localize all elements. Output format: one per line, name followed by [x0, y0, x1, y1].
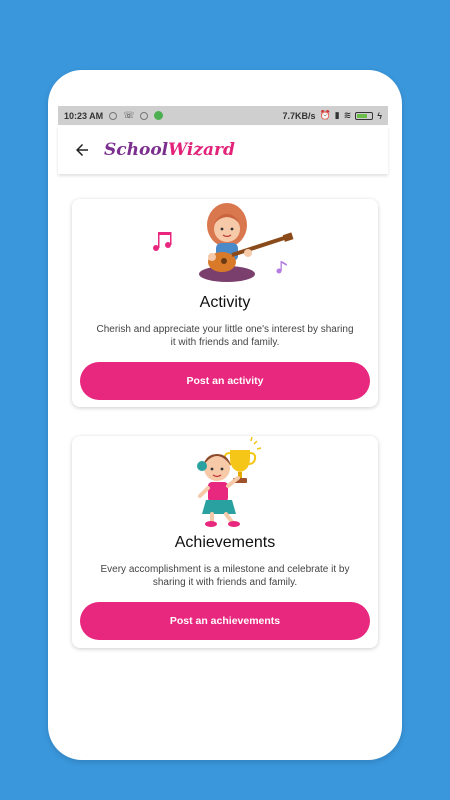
back-arrow-icon[interactable] — [72, 140, 92, 160]
activity-description: Cherish and appreciate your little one's… — [96, 324, 354, 348]
music-note-icon — [153, 232, 172, 251]
trophy-icon — [223, 436, 262, 483]
battery-icon — [355, 111, 374, 120]
girl-trophy-illustration — [197, 436, 262, 527]
phone-icon: ☏ — [123, 110, 135, 120]
signal-icon: ▮ — [334, 110, 340, 120]
status-time: 10:23 AM — [64, 110, 104, 121]
activity-title: Activity — [199, 294, 251, 311]
wifi-icon: ≋ — [343, 110, 352, 120]
status-bar: 10:23 AM ☏ 7.7KB/s ⏰ ▮ ≋ ϟ — [58, 106, 388, 125]
brand-part2: Wizard — [168, 140, 235, 160]
notification-icon-2 — [140, 111, 149, 120]
app-bar: SchoolWizard — [58, 126, 388, 174]
post-achievements-button[interactable]: Post an achievements — [80, 602, 370, 640]
post-activity-button[interactable]: Post an activity — [80, 362, 370, 400]
music-note-icon-2 — [276, 261, 287, 274]
notification-icon — [109, 111, 118, 120]
achievements-description: Every accomplishment is a milestone and … — [100, 564, 350, 588]
alarm-icon: ⏰ — [319, 110, 331, 120]
app-logo: SchoolWizard — [104, 140, 235, 160]
achievements-title: Achievements — [174, 534, 276, 551]
achievements-card: Achievements Every accomplishment is a m… — [72, 436, 378, 648]
net-speed: 7.7KB/s — [282, 110, 316, 121]
charging-icon: ϟ — [377, 110, 382, 121]
status-right: 7.7KB/s ⏰ ▮ ≋ ϟ — [282, 110, 382, 121]
girl-guitar-illustration — [153, 203, 294, 282]
activity-card: Activity Cherish and appreciate your lit… — [72, 199, 378, 407]
brand-part1: School — [104, 140, 169, 160]
phone-frame: 10:23 AM ☏ 7.7KB/s ⏰ ▮ ≋ ϟ SchoolWizard — [48, 70, 402, 760]
whatsapp-icon — [154, 111, 164, 120]
